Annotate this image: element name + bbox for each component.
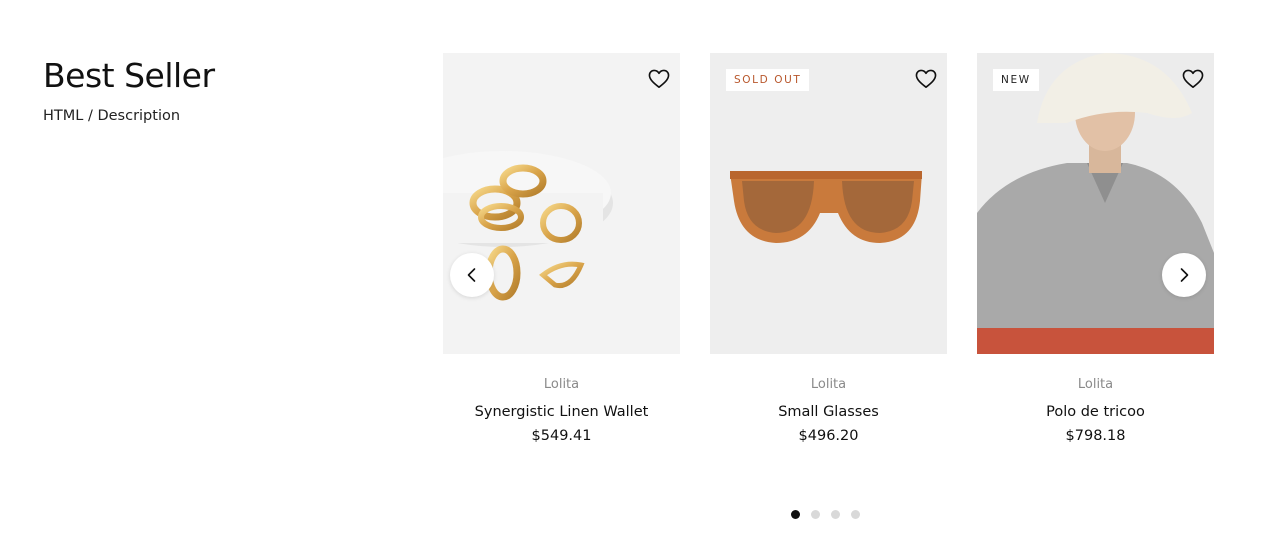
product-name[interactable]: Synergistic Linen Wallet	[443, 404, 680, 420]
product-image-gold-rings[interactable]	[443, 53, 680, 354]
chevron-right-icon	[1180, 268, 1189, 282]
product-info: Lolita Small Glasses $496.20	[710, 377, 947, 444]
sold-out-badge: SOLD OUT	[726, 69, 810, 91]
pagination-dot[interactable]	[791, 510, 800, 519]
pagination-dot[interactable]	[831, 510, 840, 519]
product-card[interactable]: Lolita Synergistic Linen Wallet $549.41	[443, 53, 680, 444]
product-name[interactable]: Small Glasses	[710, 404, 947, 420]
carousel-pagination	[791, 510, 860, 519]
pagination-dot[interactable]	[811, 510, 820, 519]
heart-icon	[1182, 69, 1204, 88]
section-title: Best Seller	[43, 56, 215, 95]
heart-icon	[915, 69, 937, 88]
section-description: HTML / Description	[43, 108, 181, 124]
product-brand: Lolita	[1077, 377, 1114, 392]
polo-model-image	[977, 53, 1214, 354]
carousel-next-button[interactable]	[1162, 253, 1206, 297]
product-price: $798.18	[1065, 428, 1126, 444]
heart-icon	[648, 69, 670, 88]
product-carousel: Lolita Synergistic Linen Wallet $549.41 …	[443, 53, 1214, 473]
sunglasses-image	[730, 171, 922, 243]
product-name[interactable]: Polo de tricoo	[977, 404, 1214, 420]
product-info: Lolita Polo de tricoo $798.18	[977, 377, 1214, 444]
new-badge: NEW	[993, 69, 1039, 91]
product-price: $549.41	[531, 428, 592, 444]
section-header: Best Seller HTML / Description	[43, 56, 215, 124]
product-card[interactable]: NEW Lolita Polo de tricoo $798.18	[977, 53, 1214, 444]
product-price: $496.20	[798, 428, 859, 444]
pagination-dot[interactable]	[851, 510, 860, 519]
product-image-sunglasses[interactable]: SOLD OUT	[710, 53, 947, 354]
wishlist-button[interactable]	[915, 69, 937, 89]
gold-rings-image	[443, 151, 613, 301]
wishlist-button[interactable]	[1182, 69, 1204, 89]
product-card[interactable]: SOLD OUT Lolita Small Glasses $496.20	[710, 53, 947, 444]
product-info: Lolita Synergistic Linen Wallet $549.41	[443, 377, 680, 444]
wishlist-button[interactable]	[648, 69, 670, 89]
carousel-prev-button[interactable]	[450, 253, 494, 297]
product-image-polo[interactable]: NEW	[977, 53, 1214, 354]
product-brand: Lolita	[810, 377, 847, 392]
product-brand: Lolita	[543, 377, 580, 392]
chevron-left-icon	[467, 268, 476, 282]
